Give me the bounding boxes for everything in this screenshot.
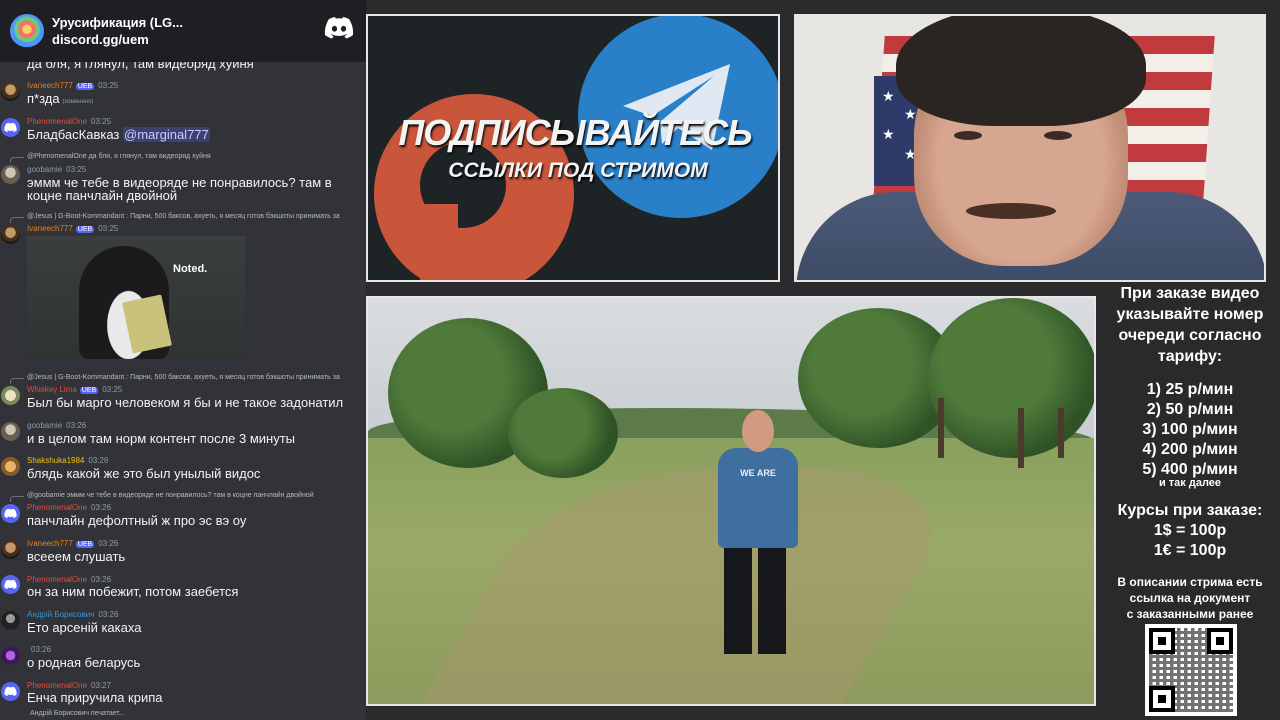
message-author[interactable]: goobamie 03:26 bbox=[27, 421, 86, 431]
message-author[interactable]: goobamie 03:25 bbox=[27, 165, 86, 175]
message-text: блядь какой же это был унылый видос bbox=[27, 466, 261, 481]
tree bbox=[928, 298, 1094, 458]
message-text: Енча приручила крипа bbox=[27, 690, 163, 705]
rates-title: Курсы при заказе: bbox=[1117, 502, 1263, 519]
user-mention[interactable]: @marginal777 bbox=[123, 127, 210, 142]
qr-code[interactable] bbox=[1145, 624, 1237, 716]
price-item: 2) 50 р/мин bbox=[1146, 401, 1234, 418]
rate-item: 1€ = 100р bbox=[1153, 542, 1227, 559]
message-author[interactable]: PhenomenalOne 03:25 bbox=[27, 117, 111, 127]
message-author[interactable]: Shakshuka1984 03:26 bbox=[27, 456, 108, 466]
gif-caption: Noted. bbox=[173, 263, 208, 275]
avatar[interactable] bbox=[1, 682, 20, 701]
discord-icon bbox=[324, 17, 354, 39]
message-text: БладбасКавказ @marginal777 bbox=[27, 127, 210, 142]
order-heading: При заказе видео указывайте номер очеред… bbox=[1116, 285, 1264, 365]
message-author[interactable]: 03:26 bbox=[27, 645, 51, 655]
price-item: 1) 25 р/мин bbox=[1146, 381, 1234, 398]
gif-attachment[interactable]: Noted. bbox=[27, 236, 245, 359]
avatar[interactable] bbox=[1, 611, 20, 630]
streamer-webcam: ★ ★ ★ ★ bbox=[794, 14, 1266, 282]
message-text: панчлайн дефолтный ж про эс вэ оу bbox=[27, 513, 247, 528]
person-legs bbox=[724, 544, 786, 654]
person-head bbox=[742, 410, 774, 452]
reply-connector bbox=[10, 378, 24, 384]
discord-icon bbox=[4, 508, 17, 519]
reply-preview[interactable]: @Jesus | G-Boot-Kommandant : Парни, 500 … bbox=[27, 373, 363, 382]
server-name: Урусификация (LG... bbox=[52, 15, 183, 30]
streamer-moustache bbox=[966, 203, 1056, 219]
reply-preview[interactable]: @Jesus | G-Boot-Kommandant : Парни, 500 … bbox=[27, 212, 363, 221]
subscribe-banner: ПОДПИСЫВАЙТЕСЬ ССЫЛКИ ПОД СТРИМОМ bbox=[366, 14, 780, 282]
message-text: он за ним побежит, потом заебется bbox=[27, 584, 239, 599]
subscribe-subtitle: ССЫЛКИ ПОД СТРИМОМ bbox=[448, 159, 708, 182]
reply-connector bbox=[10, 157, 24, 163]
server-icon bbox=[10, 14, 44, 48]
avatar[interactable] bbox=[1, 225, 20, 244]
avatar[interactable] bbox=[1, 165, 20, 184]
message-text: Ето арсеній какаха bbox=[27, 620, 142, 635]
discord-chat-overlay: Урусификация (LG... discord.gg/uem да бл… bbox=[0, 0, 366, 720]
price-item: 4) 200 р/мин bbox=[1142, 441, 1238, 458]
message-text: эммм че тебе в видеоряде не понравилось?… bbox=[27, 175, 332, 203]
reply-preview[interactable]: @PhenomenalOne да бля, я глянул, там вид… bbox=[27, 152, 363, 161]
discord-icon bbox=[4, 122, 17, 133]
message-text: и в целом там норм контент после 3 минут… bbox=[27, 431, 296, 446]
price-list: 1) 25 р/мин 2) 50 р/мин 3) 100 р/мин 4) … bbox=[1100, 380, 1280, 480]
avatar[interactable] bbox=[1, 118, 20, 137]
main-video-player[interactable]: WE ARE bbox=[366, 296, 1096, 706]
message-author[interactable]: PhenomenalOne 03:26 bbox=[27, 503, 111, 513]
avatar[interactable] bbox=[1, 504, 20, 523]
message-text: всееем слушать bbox=[27, 549, 126, 564]
avatar[interactable] bbox=[1, 386, 20, 405]
avatar[interactable] bbox=[1, 422, 20, 441]
discord-icon bbox=[4, 686, 17, 697]
avatar[interactable] bbox=[1, 457, 20, 476]
message-text: Был бы марго человеком я бы и не такое з… bbox=[27, 395, 344, 410]
avatar[interactable] bbox=[1, 646, 20, 665]
tree bbox=[508, 388, 618, 478]
message-text: о родная беларусь bbox=[27, 655, 141, 670]
streamer-hair bbox=[896, 16, 1146, 126]
discord-header: Урусификация (LG... discord.gg/uem bbox=[0, 0, 366, 62]
message-text: п*зда (изменено) bbox=[27, 91, 94, 106]
avatar[interactable] bbox=[1, 82, 20, 101]
invite-link[interactable]: discord.gg/uem bbox=[52, 31, 183, 48]
price-item: 3) 100 р/мин bbox=[1142, 421, 1238, 438]
tshirt-print: WE ARE bbox=[740, 468, 776, 478]
message-author[interactable]: Андрій Борисович 03:26 bbox=[27, 610, 118, 620]
rates-list: 1$ = 100р 1€ = 100р bbox=[1100, 521, 1280, 561]
rate-item: 1$ = 100р bbox=[1153, 522, 1227, 539]
discord-icon bbox=[4, 579, 17, 590]
price-etc: и так далее bbox=[1158, 477, 1222, 489]
reply-preview[interactable]: @goobamie эммм че тебе в видеоряде не по… bbox=[27, 491, 363, 500]
reply-connector bbox=[10, 217, 24, 223]
avatar[interactable] bbox=[1, 540, 20, 559]
typing-indicator: Андрій Борисович печатает... bbox=[30, 710, 125, 717]
subscribe-title: ПОДПИСЫВАЙТЕСЬ bbox=[398, 112, 752, 153]
stream-layout: Урусификация (LG... discord.gg/uem да бл… bbox=[0, 0, 1280, 720]
avatar[interactable] bbox=[1, 575, 20, 594]
reply-connector bbox=[10, 496, 24, 502]
message-author[interactable]: Ivaneech777 UEB 03:25 bbox=[27, 224, 118, 235]
